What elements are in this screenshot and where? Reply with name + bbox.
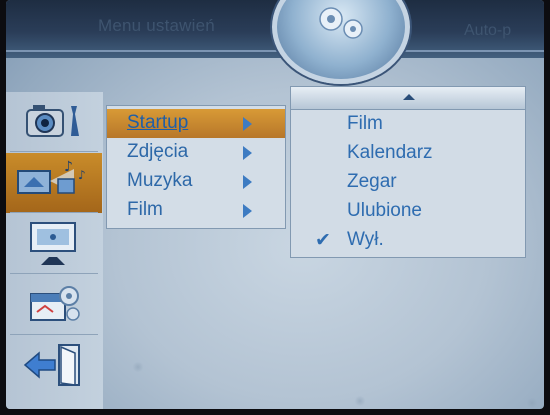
submenu-item-startup[interactable]: Startup (107, 109, 285, 138)
photo-frame-screen: Menu ustawień Auto-p ♪ ♪ Startup Zdjęcia… (6, 0, 544, 409)
svg-text:♪: ♪ (78, 168, 86, 182)
camera-wrench-icon (21, 98, 87, 147)
category-sidebar: ♪ ♪ (6, 92, 103, 409)
sidebar-item-calendar-settings[interactable] (6, 275, 102, 335)
sidebar-item-exit[interactable] (6, 336, 102, 396)
divider (10, 273, 98, 274)
chevron-up-icon (403, 94, 415, 100)
settings-gear-icon (272, 0, 410, 84)
calendar-gear-icon (19, 278, 89, 333)
chevron-right-icon (243, 146, 252, 160)
submenu-item-music[interactable]: Muzyka (107, 167, 285, 196)
background-dot (526, 398, 538, 408)
mode-label: Auto-p (464, 22, 512, 39)
submenu-item-film[interactable]: Film (107, 196, 285, 225)
top-bar-divider (6, 50, 544, 52)
divider (10, 151, 98, 152)
option-calendar[interactable]: Kalendarz (347, 142, 433, 164)
option-film[interactable]: Film (347, 113, 383, 135)
option-off[interactable]: Wył. (347, 229, 384, 251)
submenu-item-label: Muzyka (127, 170, 193, 191)
option-clock[interactable]: Zegar (347, 171, 397, 193)
chevron-right-icon (243, 175, 252, 189)
submenu-item-label: Film (127, 199, 163, 220)
background-dot (354, 396, 366, 406)
submenu-item-label: Startup (127, 112, 189, 133)
sidebar-item-display[interactable] (6, 214, 102, 274)
exit-arrow-icon (19, 339, 89, 394)
submenu-item-photos[interactable]: Zdjęcia (107, 138, 285, 167)
divider (10, 212, 98, 213)
sidebar-item-photo-music[interactable]: ♪ ♪ (6, 153, 102, 213)
checkmark-icon: ✔ (315, 230, 331, 251)
scroll-up-button[interactable] (291, 87, 525, 110)
divider (10, 334, 98, 335)
display-icon (19, 217, 89, 272)
chevron-right-icon (243, 204, 252, 218)
photo-music-slideshow-icon: ♪ ♪ (14, 157, 94, 210)
svg-text:♪: ♪ (64, 159, 73, 175)
submenu-panel: Startup Zdjęcia Muzyka Film (106, 105, 286, 229)
option-favorites[interactable]: Ulubione (347, 200, 422, 222)
chevron-right-icon (243, 117, 252, 131)
menu-title: Menu ustawień (98, 16, 215, 35)
startup-options-list: Film Kalendarz Zegar Ulubione ✔ Wył. (290, 86, 526, 258)
submenu-item-label: Zdjęcia (127, 141, 189, 162)
background-dot (132, 362, 144, 372)
sidebar-item-camera-settings[interactable] (6, 92, 102, 152)
